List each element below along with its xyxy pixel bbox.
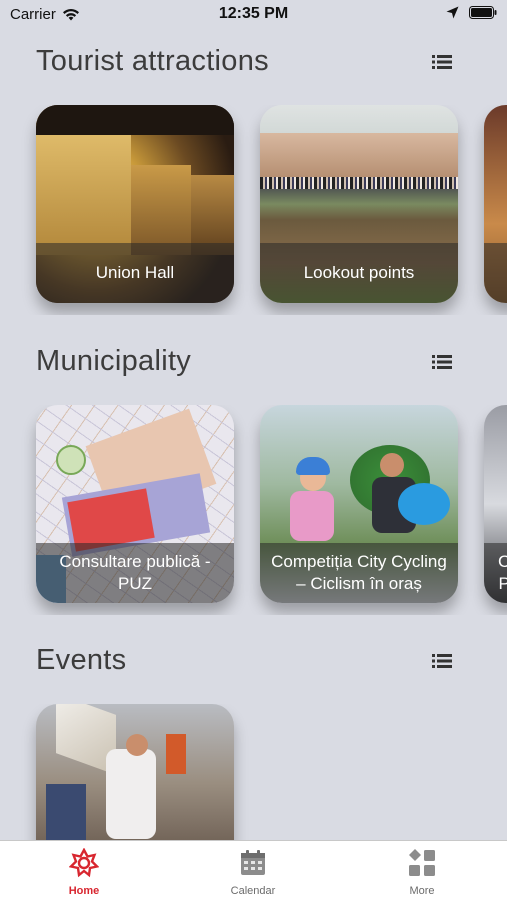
municipality-card-partial[interactable]: C P (484, 405, 507, 603)
tab-bar: Home Calendar More (0, 840, 507, 900)
status-right (446, 6, 497, 19)
card-carousel[interactable]: Union Hall Lookout points (0, 105, 507, 315)
list-view-icon[interactable] (432, 54, 452, 70)
municipality-card-puz[interactable]: Consultare publică - PUZ (36, 405, 234, 603)
event-card[interactable] (36, 704, 234, 840)
card-label: Competiția City Cycling – Ciclism în ora… (260, 543, 458, 603)
section-title: Tourist attractions (36, 45, 269, 77)
status-time: 12:35 PM (218, 5, 289, 22)
section-municipality: Municipality Consultare publică - PUZ Co… (0, 345, 507, 603)
battery-icon (469, 6, 497, 19)
event-image (36, 704, 234, 840)
card-carousel[interactable]: Consultare publică - PUZ Competiția City… (0, 405, 507, 615)
card-label: Lookout points (260, 243, 458, 303)
section-title: Events (36, 644, 127, 676)
section-title: Municipality (36, 345, 192, 377)
location-arrow-icon (446, 6, 459, 19)
section-header: Municipality (0, 345, 507, 389)
grid-more-icon (409, 849, 435, 876)
list-view-icon[interactable] (432, 354, 452, 370)
municipality-card-city-cycling[interactable]: Competiția City Cycling – Ciclism în ora… (260, 405, 458, 603)
attraction-card-partial[interactable] (484, 105, 507, 303)
card-label: Union Hall (36, 243, 234, 303)
calendar-icon (241, 850, 265, 875)
tab-calendar[interactable]: Calendar (203, 841, 303, 900)
status-bar: Carrier 12:35 PM (0, 0, 507, 30)
section-events: Events (0, 644, 507, 840)
card-carousel[interactable] (0, 704, 507, 840)
tab-label: Home (68, 885, 100, 897)
tab-label: Calendar (230, 885, 276, 897)
attraction-card-lookout-points[interactable]: Lookout points (260, 105, 458, 303)
section-header: Events (0, 644, 507, 688)
tab-more[interactable]: More (372, 841, 472, 900)
section-tourist-attractions: Tourist attractions Union Hall Lookout p… (0, 45, 507, 303)
section-header: Tourist attractions (0, 45, 507, 89)
card-label: Consultare publică - PUZ (36, 543, 234, 603)
card-label: C P (484, 543, 507, 603)
tab-label: More (409, 885, 435, 897)
list-view-icon[interactable] (432, 653, 452, 669)
attraction-card-union-hall[interactable]: Union Hall (36, 105, 234, 303)
tab-home[interactable]: Home (34, 841, 134, 900)
home-icon (69, 848, 99, 878)
card-label (484, 243, 507, 303)
